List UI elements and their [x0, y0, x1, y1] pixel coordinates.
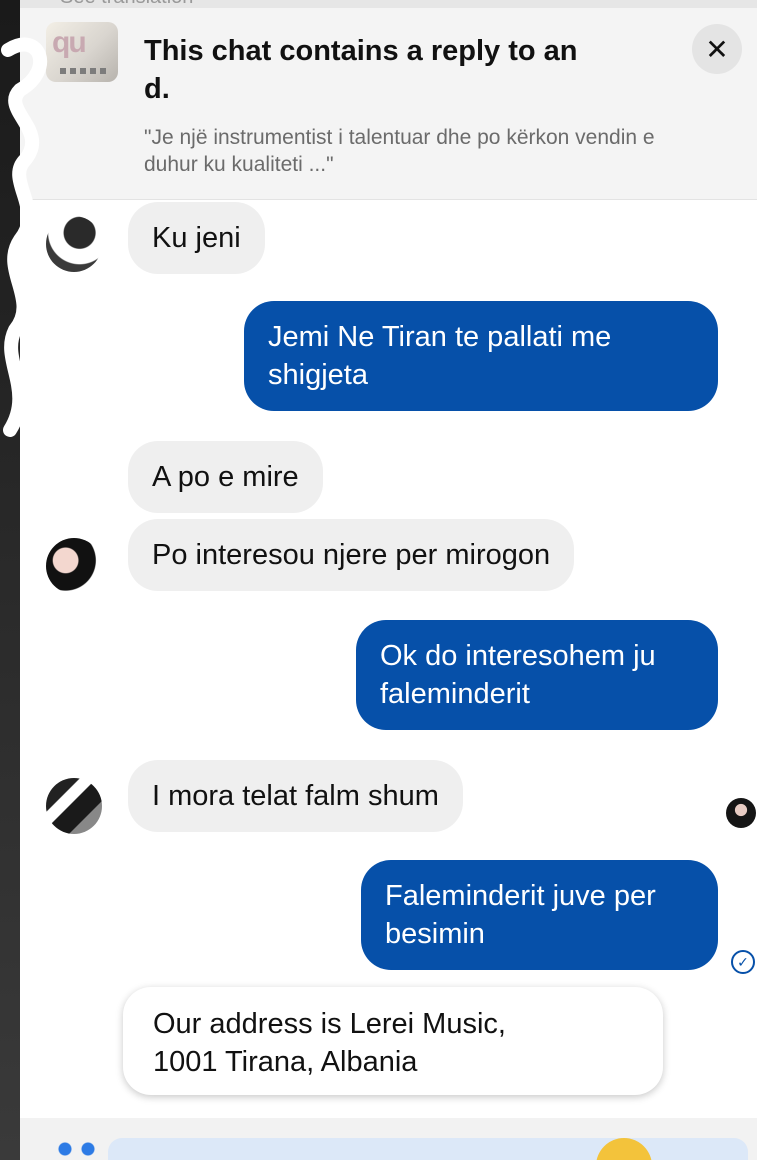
message-outgoing[interactable]: Faleminderit juve per besimin [361, 860, 718, 970]
read-receipt-avatar [726, 798, 756, 828]
message-outgoing[interactable]: Jemi Ne Tiran te pallati me shigjeta [244, 301, 718, 411]
bottom-suggestion-pill[interactable] [108, 1138, 748, 1160]
close-button[interactable]: ✕ [692, 24, 742, 74]
check-icon: ✓ [731, 950, 755, 974]
avatar-snippet-icon: qu [52, 26, 87, 59]
more-dots-icon[interactable] [58, 1142, 98, 1156]
notice-quote: "Je një instrumentist i talentuar dhe po… [144, 126, 655, 176]
avatar-dots-decoration [60, 68, 110, 74]
contact-avatar[interactable] [46, 778, 102, 834]
message-incoming[interactable]: A po e mire [128, 441, 323, 513]
left-edge-strip [0, 0, 20, 1160]
message-outgoing[interactable]: Ok do interesohem ju faleminderit [356, 620, 718, 730]
contact-avatar[interactable] [46, 216, 102, 272]
notice-avatar: qu [46, 22, 118, 82]
notice-title: This chat contains a reply to an d. [144, 35, 578, 105]
message-incoming[interactable]: Ku jeni [128, 202, 265, 274]
contact-avatar[interactable] [46, 538, 102, 594]
reply-notice-banner: qu This chat contains a reply to an d. "… [20, 8, 757, 200]
message-incoming[interactable]: Po interesou njere per mirogon [128, 519, 575, 591]
message-incoming[interactable]: I mora telat falm shum [128, 760, 463, 832]
address-card[interactable]: Our address is Lerei Music, 1001 Tirana,… [123, 987, 663, 1095]
